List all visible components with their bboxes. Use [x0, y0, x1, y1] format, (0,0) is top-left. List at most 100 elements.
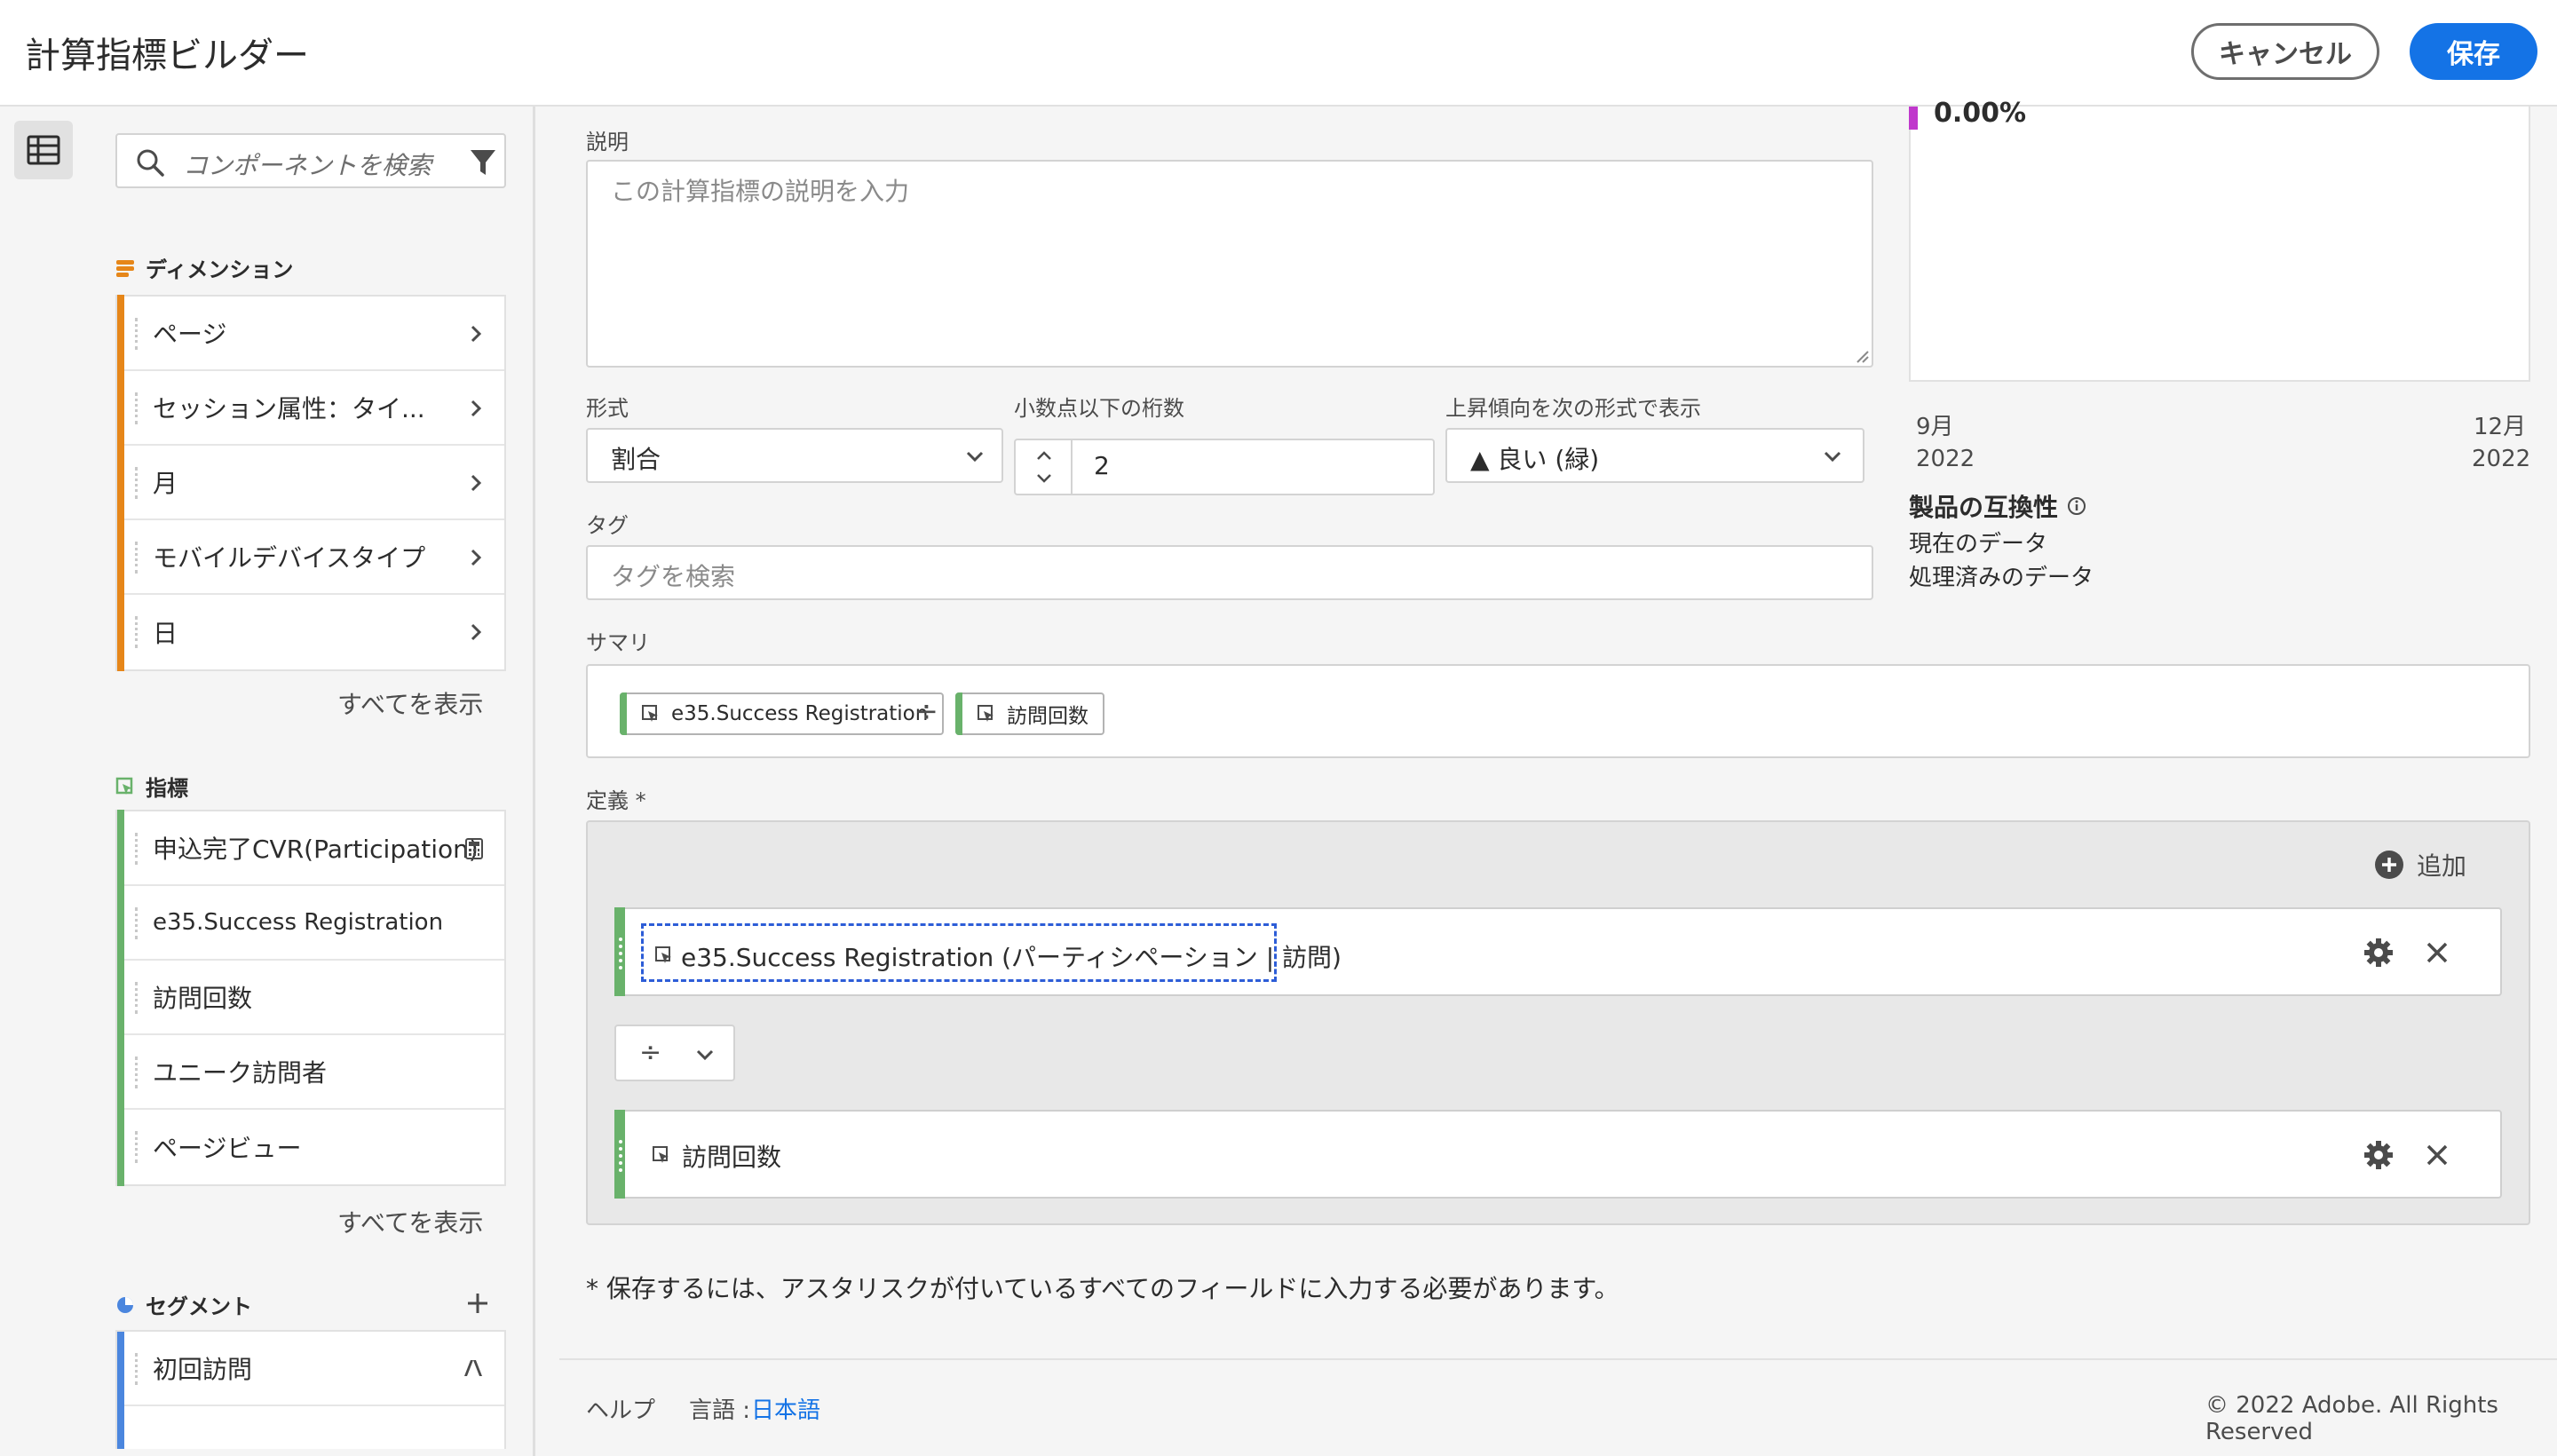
components-icon — [27, 135, 60, 165]
drag-handle[interactable] — [135, 392, 139, 424]
definition-label: 定義 * — [586, 788, 646, 813]
metric-item[interactable]: e35.Success Registration — [117, 884, 504, 961]
drag-handle[interactable] — [135, 542, 139, 574]
metric-icon — [978, 705, 994, 722]
components-panel-toggle[interactable] — [14, 121, 73, 179]
search-icon — [137, 149, 164, 177]
trend-value: ▲ 良い (緑) — [1470, 445, 1600, 474]
chevron-down-icon — [966, 451, 984, 463]
dimension-item[interactable]: 日 — [117, 593, 504, 671]
drag-handle[interactable] — [135, 318, 139, 350]
dimensions-heading-label: ディメンション — [146, 257, 294, 282]
trend-dropdown[interactable]: ▲ 良い (緑) — [1445, 428, 1864, 483]
dimension-item-label: 日 — [153, 619, 178, 648]
metric-item[interactable]: ページビュー — [117, 1108, 504, 1186]
dimension-item[interactable]: 月 — [117, 444, 504, 520]
resize-handle-icon[interactable] — [1856, 350, 1870, 364]
add-label: 追加 — [2417, 851, 2467, 881]
cancel-button[interactable]: キャンセル — [2191, 23, 2379, 80]
compatibility-item: 処理済みのデータ — [1909, 565, 2094, 591]
dimension-item[interactable]: モバイルデバイスタイプ — [117, 518, 504, 595]
metric-item[interactable]: 訪問回数 — [117, 959, 504, 1035]
preview-x-end-month: 12月 — [2474, 414, 2527, 440]
summary-operator: ÷ — [914, 694, 938, 728]
dimensions-list: ページ セッション属性：タイ... 月 モバイルデバイスタイプ 日 — [115, 295, 506, 671]
add-segment-icon[interactable] — [465, 1291, 490, 1316]
metric-item[interactable]: ユニーク訪問者 — [117, 1033, 504, 1110]
format-dropdown[interactable]: 割合 — [586, 428, 1003, 483]
decimals-label: 小数点以下の桁数 — [1014, 396, 1184, 421]
metric-icon — [653, 1146, 669, 1163]
metric-item-label: e35.Success Registration — [153, 909, 444, 936]
dimensions-show-all-link[interactable]: すべてを表示 — [337, 685, 483, 721]
metric-icon — [655, 946, 671, 963]
definition-row[interactable]: 訪問回数 — [614, 1110, 2502, 1199]
stepper-buttons[interactable] — [1016, 440, 1073, 494]
copyright: © 2022 Adobe. All Rights Reserved — [2205, 1392, 2498, 1445]
compatibility-heading: 製品の互換性 — [1909, 488, 2086, 524]
gear-icon[interactable] — [2363, 938, 2394, 968]
tags-placeholder: タグを検索 — [611, 562, 736, 591]
metrics-show-all-link[interactable]: すべてを表示 — [337, 1204, 483, 1239]
dimension-item[interactable]: セッション属性：タイ... — [117, 369, 504, 446]
add-container-button[interactable]: 追加 — [2374, 847, 2466, 882]
metric-icon — [642, 705, 658, 722]
drag-handle[interactable] — [135, 1131, 139, 1163]
drag-handle[interactable] — [135, 467, 139, 499]
compatibility-heading-label: 製品の互換性 — [1909, 493, 2059, 522]
info-icon[interactable] — [2067, 496, 2086, 516]
close-icon[interactable] — [2426, 1143, 2449, 1167]
chevron-down-icon — [1824, 451, 1841, 463]
gear-icon[interactable] — [2363, 1140, 2394, 1170]
operator-dropdown[interactable]: ÷ — [614, 1025, 735, 1081]
help-link[interactable]: ヘルプ — [586, 1392, 655, 1425]
segments-heading: セグメント — [115, 1289, 252, 1320]
chevron-down-icon — [696, 1049, 714, 1061]
chevron-right-icon[interactable] — [469, 472, 483, 494]
definition-row[interactable]: e35.Success Registration (パーティシペーション | 訪… — [614, 907, 2502, 996]
close-icon[interactable] — [2426, 941, 2449, 964]
dimension-icon — [116, 259, 134, 277]
preview-accent-bar — [1909, 107, 1918, 130]
summary-box: e35.Success Registration ÷ 訪問回数 — [586, 664, 2530, 758]
dimension-item[interactable]: ページ — [117, 295, 504, 371]
chevron-up-icon[interactable] — [1035, 449, 1053, 462]
language-link[interactable]: 日本語 — [751, 1392, 820, 1425]
drag-handle[interactable] — [135, 833, 139, 865]
segment-item[interactable]: 初回訪問 — [117, 1332, 504, 1406]
definition-row-label: e35.Success Registration (パーティシペーション | 訪… — [681, 943, 1342, 972]
preview-x-start-month: 9月 — [1916, 414, 1954, 440]
adobe-icon — [464, 1360, 482, 1376]
drag-handle[interactable] — [135, 982, 139, 1014]
compatibility-item: 現在のデータ — [1909, 531, 2048, 558]
filter-icon[interactable] — [469, 147, 497, 178]
preview-x-end-year: 2022 — [2472, 446, 2531, 472]
summary-chip-label: e35.Success Registration — [671, 702, 929, 725]
selected-metric[interactable]: e35.Success Registration (パーティシペーション | 訪… — [641, 923, 1342, 982]
drag-handle[interactable] — [135, 616, 139, 648]
drag-handle[interactable] — [135, 1353, 139, 1385]
metric-item[interactable]: 申込完了CVR(Participation) — [117, 810, 504, 886]
drag-handle[interactable] — [135, 1056, 139, 1088]
chevron-right-icon[interactable] — [469, 547, 483, 568]
left-rail — [0, 107, 89, 1456]
search-placeholder: コンポーネントを検索 — [183, 151, 432, 180]
chevron-down-icon[interactable] — [1035, 472, 1053, 485]
metric-item-label: 訪問回数 — [153, 984, 253, 1013]
dimension-item-label: セッション属性：タイ... — [153, 394, 425, 423]
decimals-value: 2 — [1094, 451, 1110, 480]
drag-handle[interactable] — [135, 907, 139, 939]
segment-item[interactable] — [117, 1405, 504, 1449]
chevron-right-icon[interactable] — [469, 323, 483, 344]
component-search-input[interactable]: コンポーネントを検索 — [115, 133, 506, 188]
operator-value: ÷ — [639, 1037, 662, 1068]
footer-divider — [559, 1358, 2557, 1360]
chevron-right-icon[interactable] — [469, 398, 483, 419]
save-button[interactable]: 保存 — [2410, 23, 2537, 80]
metric-item-label: ユニーク訪問者 — [153, 1058, 328, 1088]
tags-input[interactable]: タグを検索 — [586, 545, 1873, 600]
description-textarea[interactable]: この計算指標の説明を入力 — [586, 160, 1873, 368]
decimals-stepper[interactable]: 2 — [1014, 439, 1435, 495]
chevron-right-icon[interactable] — [469, 621, 483, 643]
segments-list: 初回訪問 — [115, 1330, 506, 1449]
